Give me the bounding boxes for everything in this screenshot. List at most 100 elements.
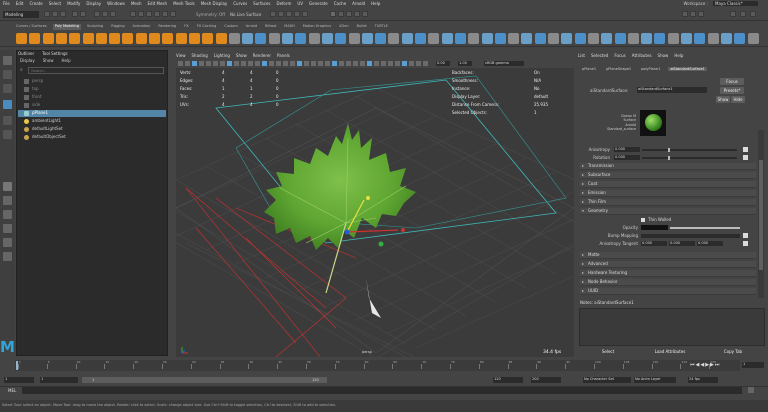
outliner-menu-help[interactable]: Help [62,58,71,63]
playback-controls[interactable]: ⏮◀◀▶▶⏭ [690,362,740,370]
playback-end-field[interactable]: 120 [493,377,523,383]
arnold-render-icon[interactable] [330,11,336,17]
shelf-tool-icon[interactable] [175,33,187,44]
shelf-tool-icon[interactable] [681,33,692,44]
attribute-editor-toggle-icon[interactable] [730,11,736,17]
viewport-tool-icon[interactable] [339,61,344,66]
shelf-tool-icon[interactable] [694,33,706,44]
tab-fx[interactable]: FX [182,24,190,30]
section-emission[interactable]: Emission [580,190,756,197]
anim-layer-dropdown[interactable]: No Anim Layer [634,377,676,383]
shelf-tool-icon[interactable] [508,33,520,44]
ae-menu-focus[interactable]: Focus [614,53,625,58]
shelf-tool-icon[interactable] [720,33,732,44]
arnold-ipr-icon[interactable] [338,11,344,17]
shelf-tool-icon[interactable] [135,33,147,44]
shelf-tool-icon[interactable] [627,33,639,44]
shelf-tool-icon[interactable] [215,33,227,44]
tab-animation[interactable]: Animation [131,24,153,30]
workspace-dropdown[interactable]: Maya Classic* [713,1,758,6]
menu-help[interactable]: Help [371,1,380,6]
select-object-icon[interactable] [102,11,108,17]
notes-textarea[interactable] [579,308,765,346]
viewport-tool-icon[interactable] [388,61,393,66]
viewport-tool-icon[interactable] [416,61,421,66]
rotation-slider[interactable] [642,156,737,160]
shelf-tool-icon[interactable] [415,33,426,44]
menu-uv[interactable]: UV [297,1,303,6]
shelf-tool-icon[interactable] [268,33,280,44]
shelf-tool-icon[interactable] [255,33,267,44]
ae-tab-pplane1[interactable]: pPlane1 [580,67,598,71]
viewport-tool-icon[interactable] [269,61,274,66]
select-tool-icon[interactable] [3,56,12,65]
anisotropy-slider[interactable] [642,148,737,152]
tool-settings-toggle-icon[interactable] [740,11,746,17]
thin-walled-checkbox[interactable] [641,218,645,222]
tab-bifrost[interactable]: Bifrost [263,24,278,30]
node-name-field[interactable]: aiStandardSurface1 [637,87,707,93]
section-hardware-texturing[interactable]: Hardware Texturing [580,270,756,277]
exposure-field[interactable]: 0.00 [436,61,450,66]
viewport-tool-icon[interactable] [353,61,358,66]
shelf-tool-icon[interactable] [149,33,160,44]
menu-windows[interactable]: Windows [107,1,125,6]
opacity-slider[interactable] [670,227,740,229]
section-node-behavior[interactable]: Node Behavior [580,279,756,286]
viewport-tool-icon[interactable] [178,61,183,66]
tab-tool-settings[interactable]: Tool Settings [42,51,67,56]
menu-mesh-display[interactable]: Mesh Display [201,1,228,6]
viewport-tool-icon[interactable] [199,61,204,66]
snap-grid-icon[interactable] [130,11,136,17]
shelf-tool-icon[interactable] [228,33,240,44]
viewport-tool-icon[interactable] [241,61,246,66]
render-sequence-icon[interactable] [354,11,360,17]
layout-four-icon[interactable] [690,11,696,17]
toggle-mode-icon[interactable] [362,11,368,17]
tab-outliner[interactable]: Outliner [18,51,34,56]
new-scene-icon[interactable] [44,11,50,17]
menu-display[interactable]: Display [86,1,101,6]
rotation-field[interactable]: 0.000 [614,155,640,160]
tab-poly-modeling[interactable]: Poly Modeling [52,24,81,30]
outliner-menu-show[interactable]: Show [43,58,54,63]
presets-button[interactable]: Presets* [720,87,744,94]
shelf-tool-icon[interactable] [29,33,41,44]
menu-generate[interactable]: Generate [309,1,328,6]
menu-modify[interactable]: Modify [67,1,80,6]
colorspace-dropdown[interactable]: sRGB gamma [484,61,524,66]
viewport-tool-icon[interactable] [276,61,281,66]
menu-surfaces[interactable]: Surfaces [253,1,270,6]
ae-menu-show[interactable]: Show [658,53,669,58]
range-slider[interactable] [82,377,327,383]
viewport-tool-icon[interactable] [206,61,211,66]
shelf-tool-icon[interactable] [481,33,493,44]
shelf-tool-icon[interactable] [188,33,200,44]
shelf-tool-icon[interactable] [95,33,107,44]
show-button[interactable]: Show [716,96,730,103]
map-button-icon[interactable] [743,241,748,246]
viewport-tool-icon[interactable] [262,61,267,66]
ae-tab-polyplane1[interactable]: polyPlane1 [639,67,662,71]
hypershade-icon[interactable] [302,11,308,17]
shelf-tool-icon[interactable] [454,33,466,44]
section-subsurface[interactable]: Subsurface [580,172,756,179]
layout-side-icon[interactable] [698,11,704,17]
tab-fx-caching[interactable]: FX Caching [195,24,219,30]
section-thin-film[interactable]: Thin Film [580,199,756,206]
menu-edit[interactable]: Edit [16,1,24,6]
layout-single-pane-icon[interactable] [3,182,12,191]
viewport-tool-icon[interactable] [248,61,253,66]
shelf-tool-icon[interactable] [321,33,333,44]
shelf-tool-icon[interactable] [361,33,373,44]
menu-deform[interactable]: Deform [276,1,291,6]
layout-graph-pane-icon[interactable] [3,238,12,247]
anisotropy-tangent-y[interactable]: 0.000 [669,241,695,246]
lasso-tool-icon[interactable] [3,70,12,79]
shelf-tool-icon[interactable] [109,33,121,44]
shelf-tool-icon[interactable] [242,33,254,44]
shelf-tool-icon[interactable] [42,33,54,44]
menu-cache[interactable]: Cache [334,1,346,6]
viewport-tool-icon[interactable] [283,61,288,66]
material-swatch[interactable] [640,110,666,136]
